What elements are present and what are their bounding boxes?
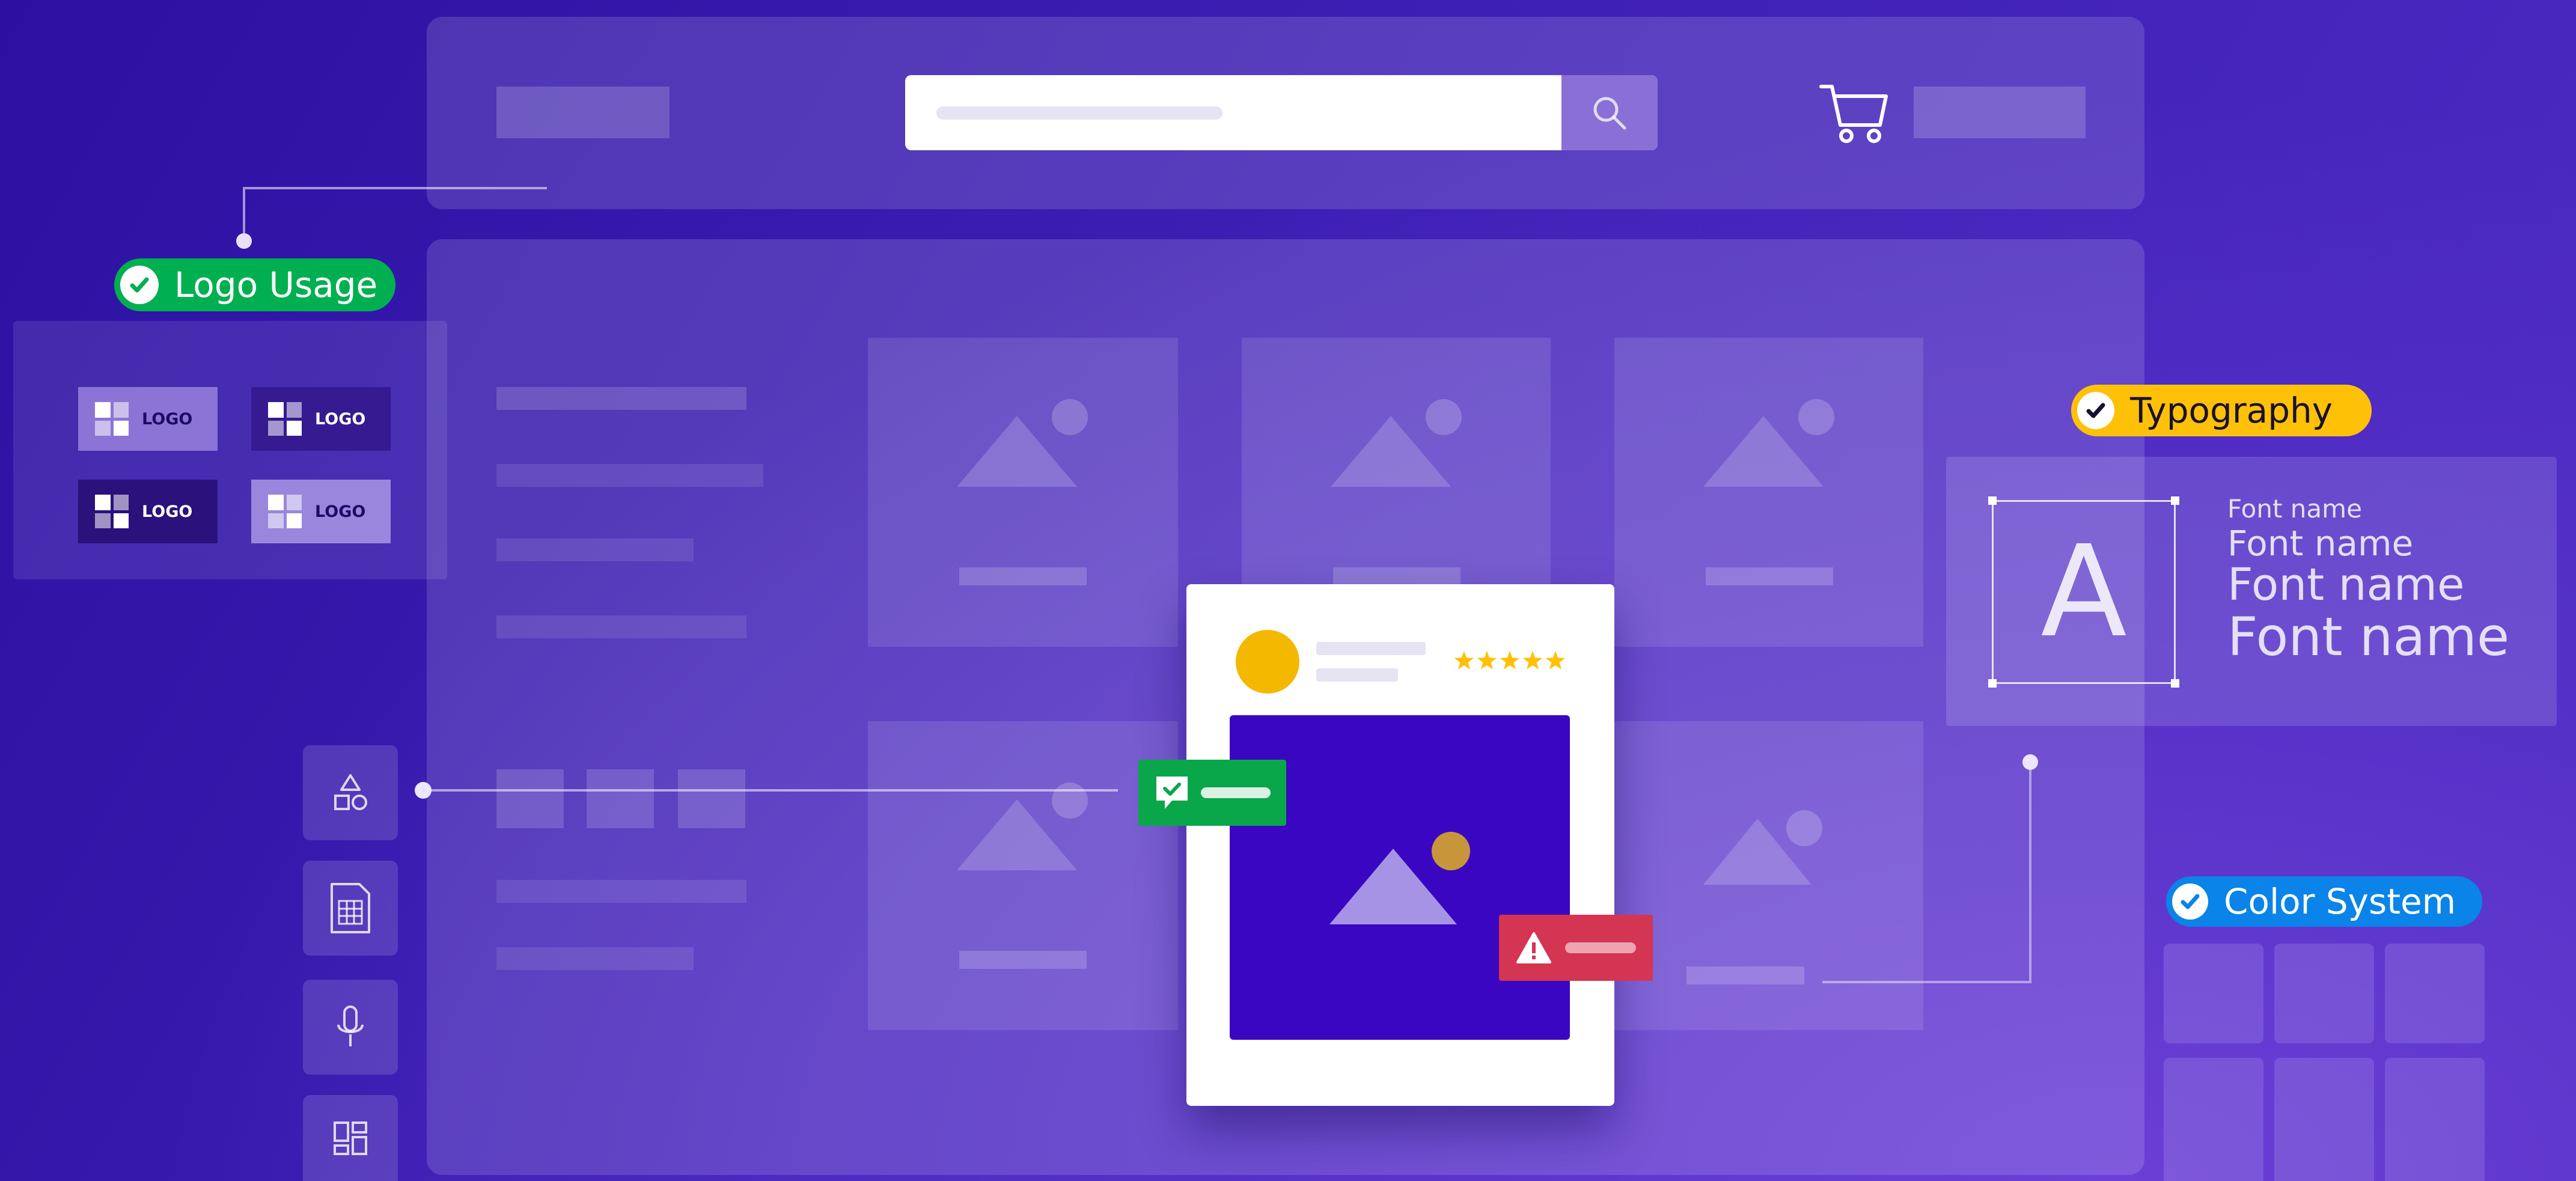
logo-variant-dark[interactable]: LOGO [78,480,218,543]
logo-label: LOGO [142,502,193,521]
success-toast[interactable] [1138,760,1286,826]
chat-check-icon [1156,777,1188,809]
reviewer-meta-line [1316,668,1398,682]
tile-caption [1706,567,1833,585]
logo-mark-icon [268,495,302,528]
product-tile[interactable] [868,338,1178,647]
star-icon [1454,651,1566,670]
filter-line [496,539,694,561]
logo-variant-light[interactable]: LOGO [251,480,391,543]
search-button[interactable] [1561,75,1658,150]
logo-variant-dark[interactable]: LOGO [251,387,391,451]
font-sample-medium: Font name [2227,523,2414,564]
filter-line [496,464,763,487]
color-system-badge: Color System [2166,876,2482,927]
cart-icon[interactable] [1818,81,1890,147]
check-icon [120,266,159,304]
typography-label: Typography [2130,390,2333,431]
sun-shape [1426,399,1462,435]
tile-caption [959,951,1087,969]
logo-mark-icon [95,402,129,436]
color-swatch[interactable] [2274,1058,2374,1181]
star-icon [1522,651,1543,670]
star-icon [1477,651,1497,670]
color-swatch[interactable] [2274,944,2374,1043]
typography-badge: Typography [2071,385,2372,436]
brand-placeholder[interactable] [496,87,670,138]
star-icon [1500,651,1520,670]
tile-caption [959,567,1087,585]
search-input[interactable] [905,75,1560,150]
typography-connector [1822,754,2038,983]
color-swatch[interactable] [2385,1058,2485,1181]
spreadsheet-tool-button[interactable] [303,861,398,956]
sun-shape [1786,810,1822,846]
rating-stars [1453,649,1567,673]
resize-handle[interactable] [2171,679,2179,688]
warning-icon [1516,932,1551,963]
resize-handle[interactable] [1988,496,1997,505]
logo-mark-icon [268,402,302,436]
tile-caption [1686,966,1804,984]
logo-mark-icon [95,495,129,528]
sun-shape [1798,399,1834,435]
logo-usage-panel: LOGO LOGO LOGO LOGO [13,321,447,579]
logo-label: LOGO [315,409,366,429]
shapes-tool-button[interactable] [303,745,398,840]
header-panel [427,17,2144,209]
spreadsheet-icon [331,883,370,933]
star-icon [1545,651,1566,670]
product-tile[interactable] [1614,338,1923,647]
font-sample-xlarge: Font name [2227,606,2510,668]
product-tile[interactable] [868,721,1178,1030]
tile-caption [1333,567,1460,585]
tools-connector [415,782,1118,799]
microphone-tool-button[interactable] [303,980,398,1075]
logo-usage-badge: Logo Usage [114,258,395,311]
font-sample-small: Font name [2227,494,2362,523]
color-swatch[interactable] [2385,944,2485,1043]
resize-handle[interactable] [2171,496,2179,505]
glyph-specimen: A [1988,496,2179,688]
star-icon [1454,651,1474,670]
product-card[interactable] [1186,584,1614,1106]
glyph-letter: A [2040,518,2127,665]
sun-shape [1432,832,1470,870]
reviewer-name-line [1316,642,1426,655]
logo-usage-label: Logo Usage [174,264,378,305]
logo-variant-light[interactable]: LOGO [78,387,218,451]
resize-handle[interactable] [1988,679,1997,688]
error-toast[interactable] [1499,915,1653,981]
toast-message-line [1201,787,1271,798]
filter-line [496,615,746,638]
cart-placeholder[interactable] [1914,87,2086,138]
filter-line [496,880,746,903]
microphone-icon [337,1006,364,1046]
color-system-label: Color System [2224,881,2456,922]
sun-shape [1052,399,1088,435]
search-icon [1593,97,1626,129]
font-sample-large: Font name [2227,559,2465,611]
logo-label: LOGO [315,502,366,521]
check-icon [2077,392,2114,429]
check-icon [2172,883,2208,920]
layout-grid-icon [334,1121,367,1155]
color-swatch[interactable] [2164,944,2263,1043]
logo-label: LOGO [142,409,193,429]
filter-title [496,387,746,410]
shapes-icon [334,774,367,810]
search-placeholder-line [936,106,1222,120]
filter-line [496,947,694,970]
avatar [1236,630,1299,694]
color-swatch[interactable] [2164,1058,2263,1181]
toast-message-line [1565,942,1636,953]
layout-tool-button[interactable] [303,1095,398,1181]
search-bar [905,75,1658,150]
